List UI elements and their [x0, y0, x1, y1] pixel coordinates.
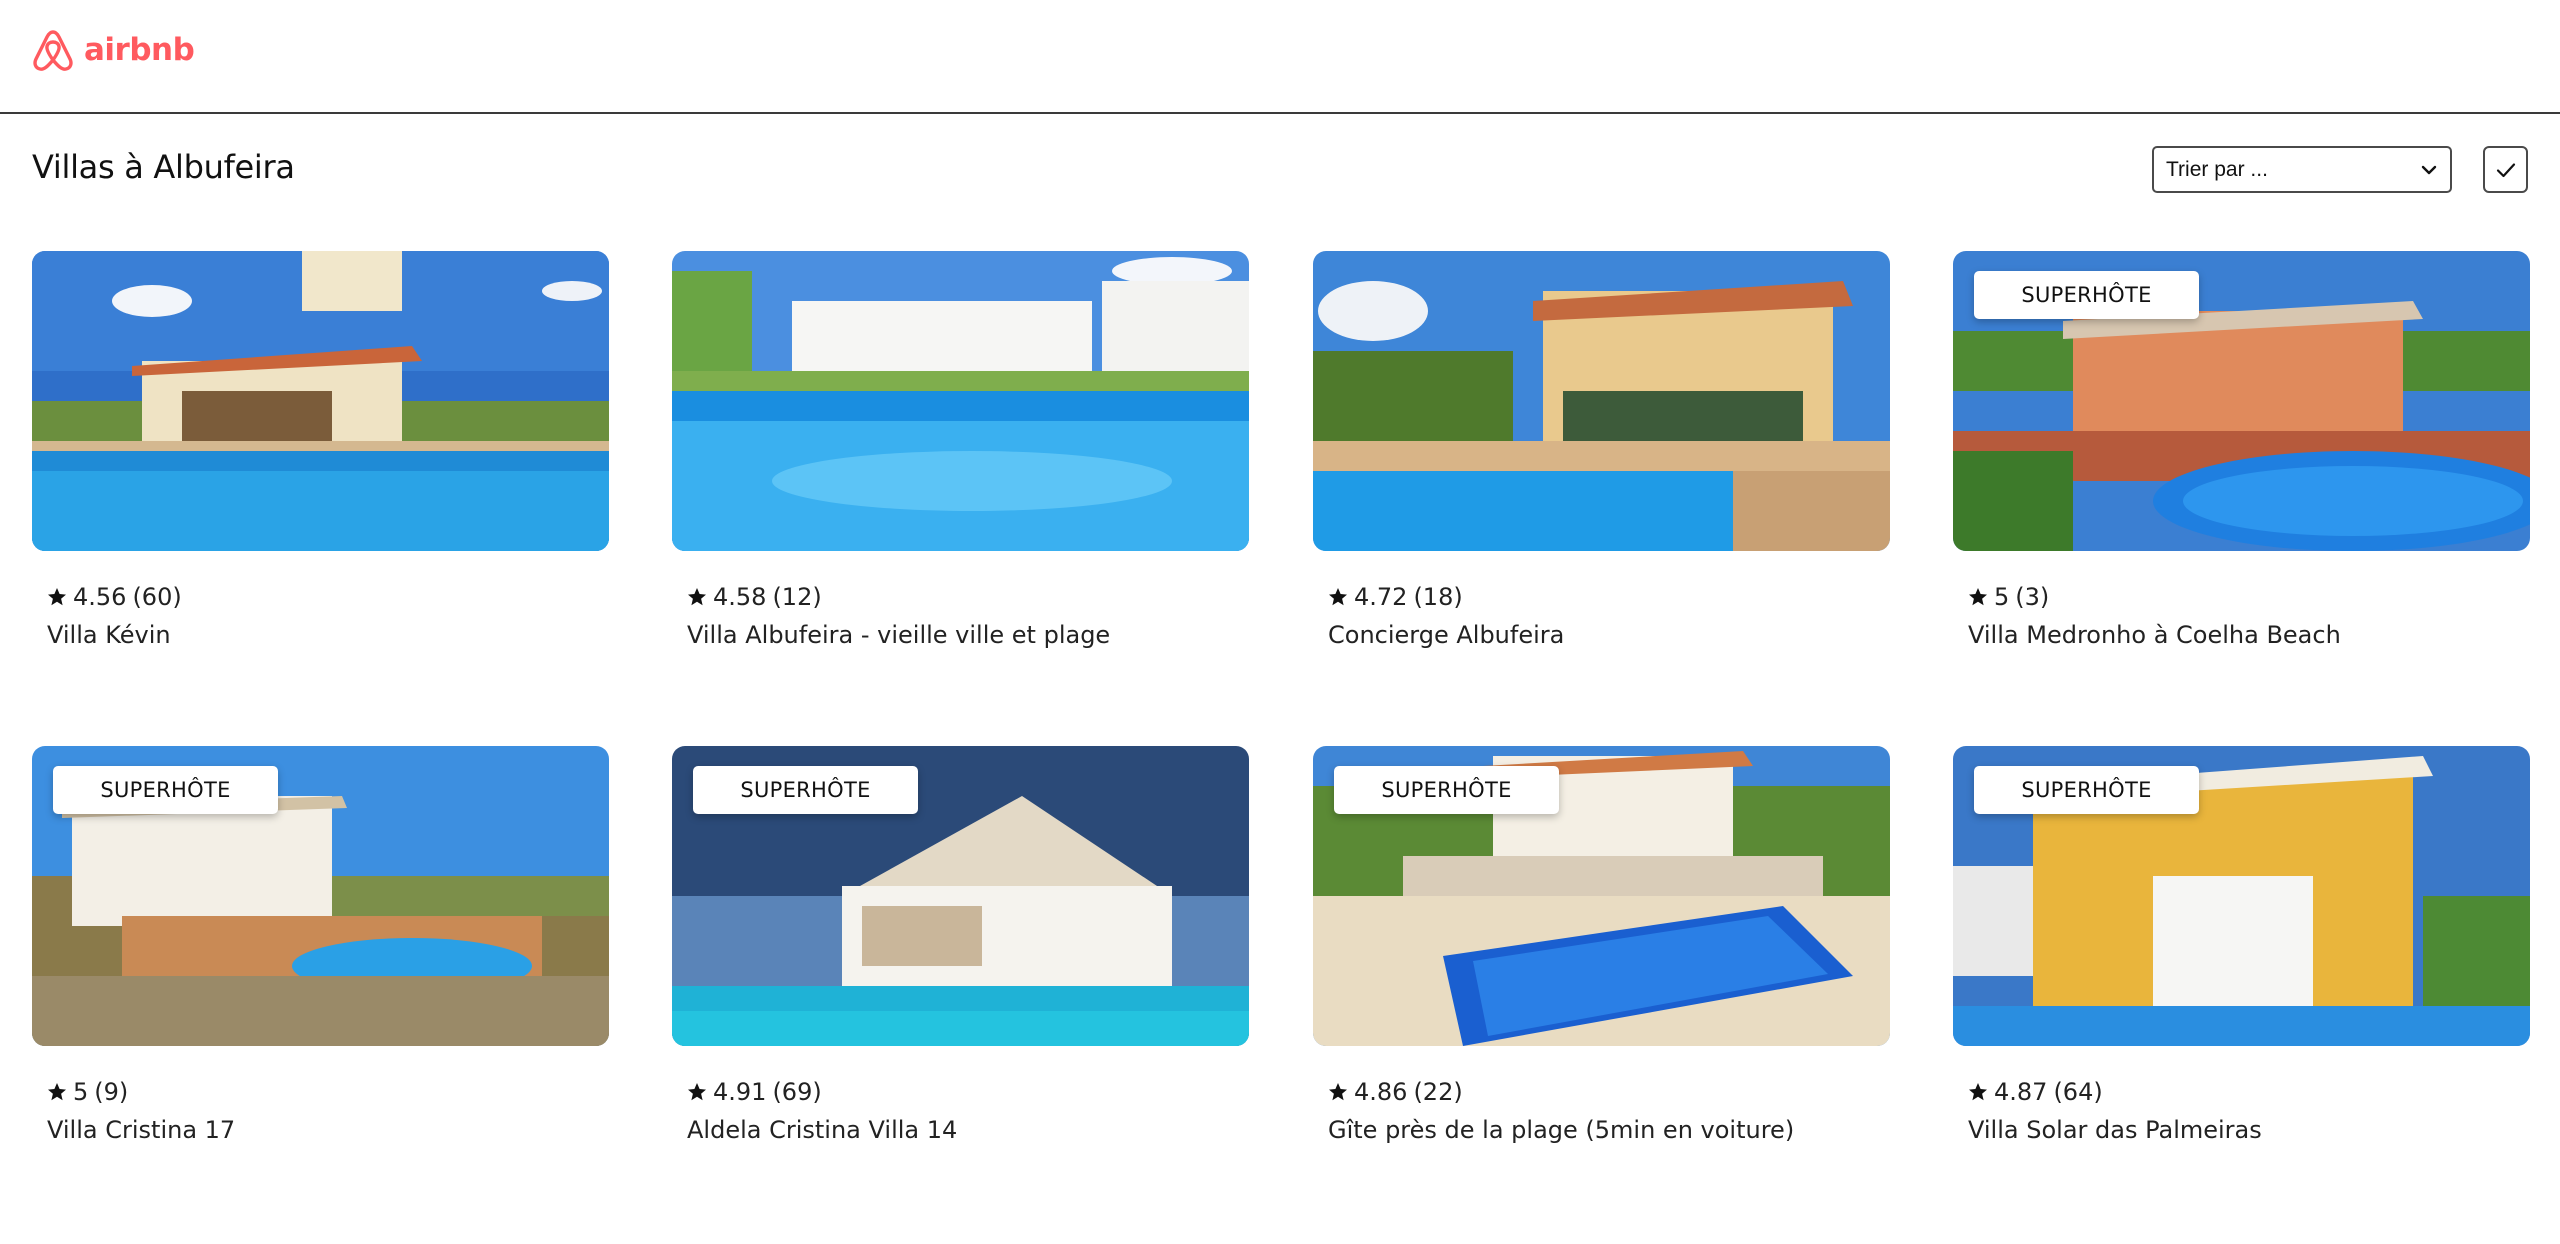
- listing-title[interactable]: Gîte près de la plage (5min en voiture): [1328, 1116, 1794, 1144]
- listing-title[interactable]: Villa Kévin: [47, 621, 171, 649]
- listing-card[interactable]: SUPERHÔTE 5 (9) Villa Cristina 17: [32, 746, 609, 1176]
- review-count: (64): [2053, 1078, 2103, 1106]
- page-title: Villas à Albufeira: [32, 148, 295, 186]
- listing-photo[interactable]: [672, 251, 1249, 551]
- apply-sort-button[interactable]: [2483, 146, 2528, 193]
- rating-value: 4.87: [1994, 1078, 2048, 1106]
- listing-card[interactable]: SUPERHÔTE 4.86 (22) Gîte près de la plag…: [1313, 746, 1890, 1176]
- star-icon: [48, 588, 66, 606]
- listing-photo[interactable]: [1313, 251, 1890, 551]
- listing-title[interactable]: Villa Solar das Palmeiras: [1968, 1116, 2262, 1144]
- listing-title[interactable]: Villa Medronho à Coelha Beach: [1968, 621, 2341, 649]
- listing-card[interactable]: SUPERHÔTE 4.87 (64) Villa Solar das Palm…: [1953, 746, 2530, 1176]
- listing-photo[interactable]: SUPERHÔTE: [1953, 251, 2530, 551]
- rating-value: 5: [73, 1078, 89, 1106]
- listing-rating: 4.72 (18): [1328, 583, 1463, 611]
- airbnb-belo-icon: [33, 30, 73, 71]
- listing-card[interactable]: SUPERHÔTE 5 (3) Villa Medronho à Coelha …: [1953, 251, 2530, 681]
- superhost-badge: SUPERHÔTE: [53, 766, 278, 814]
- star-icon: [1969, 1083, 1987, 1101]
- listing-rating: 4.56 (60): [47, 583, 182, 611]
- listing-card[interactable]: SUPERHÔTE 4.91 (69) Aldela Cristina Vill…: [672, 746, 1249, 1176]
- listing-title[interactable]: Concierge Albufeira: [1328, 621, 1564, 649]
- rating-value: 4.86: [1354, 1078, 1408, 1106]
- listing-rating: 5 (3): [1968, 583, 2049, 611]
- rating-value: 4.58: [713, 583, 767, 611]
- listing-rating: 4.91 (69): [687, 1078, 822, 1106]
- rating-value: 5: [1994, 583, 2010, 611]
- listing-rating: 5 (9): [47, 1078, 128, 1106]
- superhost-badge: SUPERHÔTE: [693, 766, 918, 814]
- listing-rating: 4.86 (22): [1328, 1078, 1463, 1106]
- airbnb-logo[interactable]: airbnb: [31, 26, 195, 74]
- listing-title[interactable]: Villa Albufeira - vieille ville et plage: [687, 621, 1110, 649]
- top-header: airbnb: [0, 0, 2560, 114]
- listing-rating: 4.87 (64): [1968, 1078, 2103, 1106]
- listing-photo[interactable]: SUPERHÔTE: [1313, 746, 1890, 1046]
- listing-photo[interactable]: [32, 251, 609, 551]
- listing-card[interactable]: 4.56 (60) Villa Kévin: [32, 251, 609, 681]
- listing-title[interactable]: Villa Cristina 17: [47, 1116, 235, 1144]
- review-count: (12): [772, 583, 822, 611]
- star-icon: [1969, 588, 1987, 606]
- brand-name: airbnb: [84, 32, 195, 68]
- review-count: (69): [772, 1078, 822, 1106]
- superhost-badge: SUPERHÔTE: [1974, 766, 2199, 814]
- review-count: (60): [132, 583, 182, 611]
- review-count: (3): [2015, 583, 2050, 611]
- chevron-down-icon: [2421, 165, 2437, 174]
- star-icon: [1329, 588, 1347, 606]
- star-icon: [688, 588, 706, 606]
- listing-card[interactable]: 4.58 (12) Villa Albufeira - vieille vill…: [672, 251, 1249, 681]
- listing-photo[interactable]: SUPERHÔTE: [32, 746, 609, 1046]
- star-icon: [688, 1083, 706, 1101]
- listing-title[interactable]: Aldela Cristina Villa 14: [687, 1116, 957, 1144]
- superhost-badge: SUPERHÔTE: [1974, 271, 2199, 319]
- sort-select[interactable]: Trier par ...: [2152, 146, 2452, 193]
- listing-photo[interactable]: SUPERHÔTE: [672, 746, 1249, 1046]
- rating-value: 4.72: [1354, 583, 1408, 611]
- sort-select-value: Trier par ...: [2166, 157, 2268, 181]
- rating-value: 4.91: [713, 1078, 767, 1106]
- star-icon: [48, 1083, 66, 1101]
- review-count: (18): [1413, 583, 1463, 611]
- listing-rating: 4.58 (12): [687, 583, 822, 611]
- review-count: (22): [1413, 1078, 1463, 1106]
- review-count: (9): [94, 1078, 129, 1106]
- listing-card[interactable]: 4.72 (18) Concierge Albufeira: [1313, 251, 1890, 681]
- rating-value: 4.56: [73, 583, 127, 611]
- check-icon: [2496, 162, 2515, 177]
- superhost-badge: SUPERHÔTE: [1334, 766, 1559, 814]
- star-icon: [1329, 1083, 1347, 1101]
- listing-photo[interactable]: SUPERHÔTE: [1953, 746, 2530, 1046]
